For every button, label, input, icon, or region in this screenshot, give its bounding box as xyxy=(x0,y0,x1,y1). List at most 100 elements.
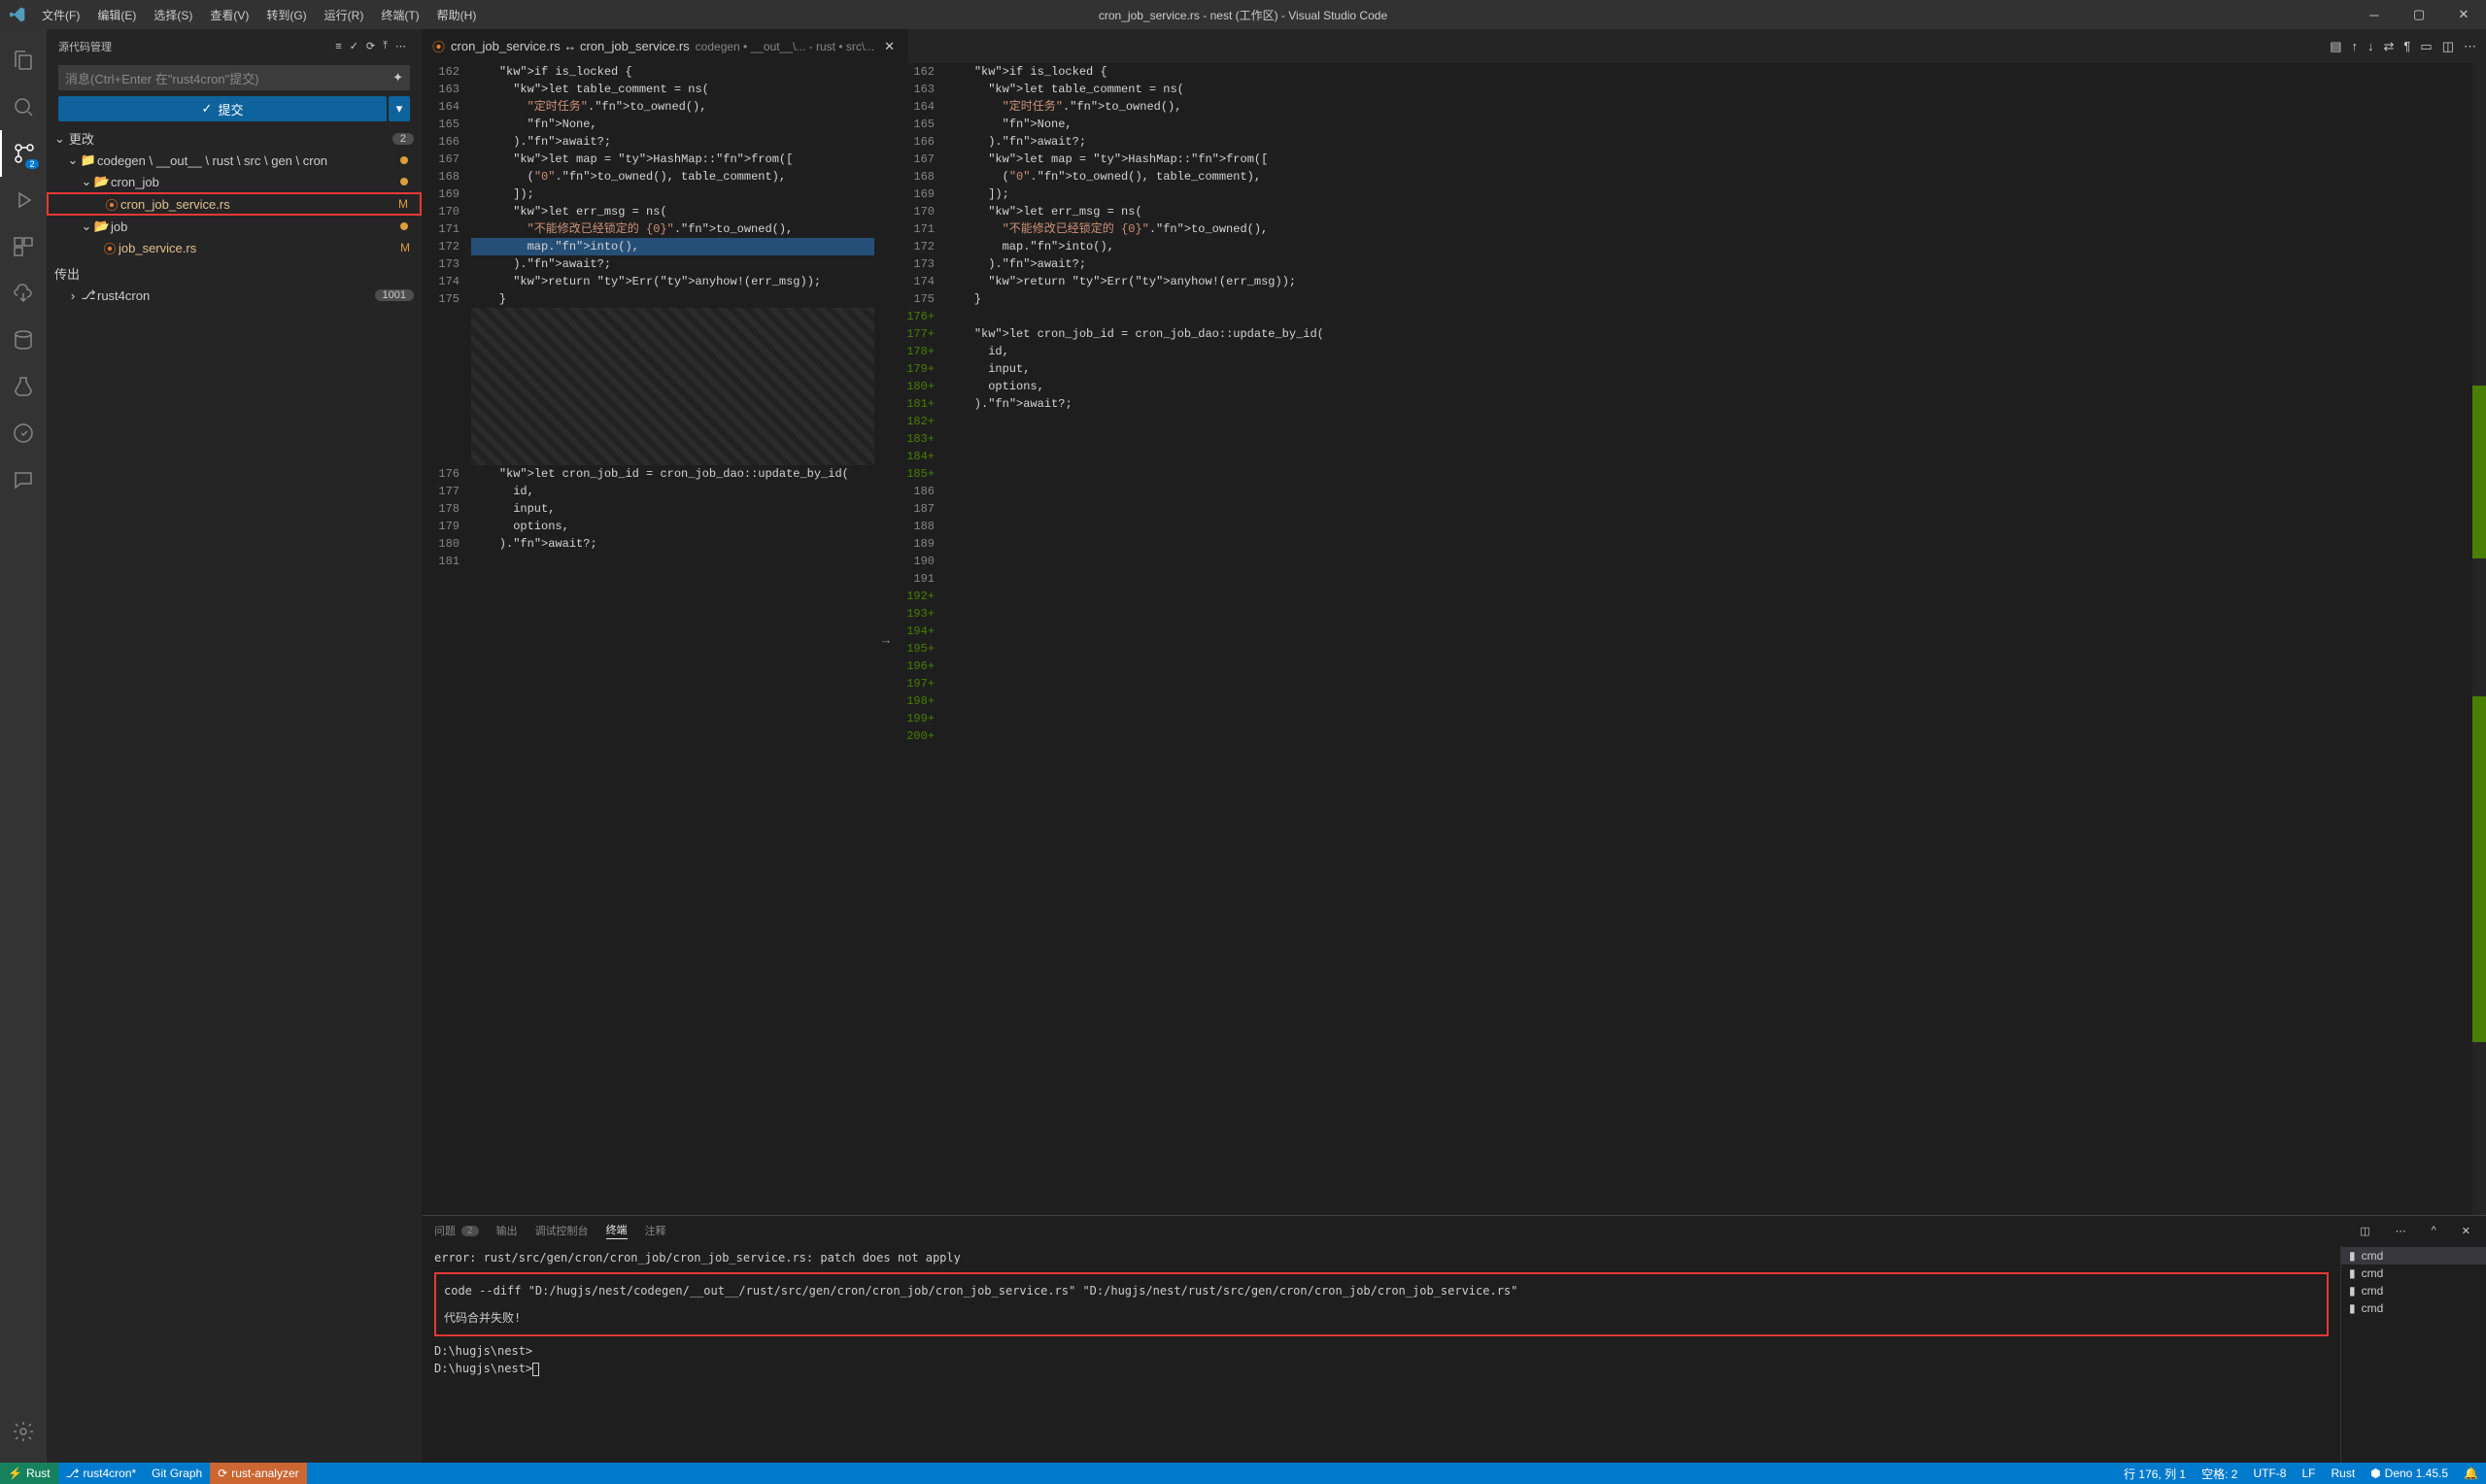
close-icon[interactable]: ✕ xyxy=(880,39,899,54)
status-spaces[interactable]: 空格: 2 xyxy=(2194,1463,2245,1484)
tree-folder-job[interactable]: ⌄ 📂 job xyxy=(47,216,422,237)
status-lang[interactable]: Rust xyxy=(2323,1463,2363,1484)
status-deno[interactable]: ⬢ Deno 1.45.5 xyxy=(2363,1463,2456,1484)
status-encoding[interactable]: UTF-8 xyxy=(2245,1463,2294,1484)
editor-tab-diff[interactable]: ⦿ cron_job_service.rs ↔ cron_job_service… xyxy=(423,29,909,63)
terminal-item[interactable]: ▮cmd xyxy=(2341,1247,2486,1265)
chat-icon[interactable] xyxy=(0,456,47,503)
code-right[interactable]: "kw">if is_locked { "kw">let table_comme… xyxy=(946,63,2472,1215)
terminal-name: cmd xyxy=(2362,1266,2384,1280)
scm-more-icon[interactable]: ⋯ xyxy=(392,38,410,54)
tree-file-cron-job-service[interactable]: ⦿ cron_job_service.rs M xyxy=(47,192,422,216)
status-eol[interactable]: LF xyxy=(2294,1463,2323,1484)
cloud-download-icon[interactable] xyxy=(0,270,47,317)
collapse-icon[interactable]: ▭ xyxy=(2420,39,2432,54)
explorer-icon[interactable] xyxy=(0,37,47,84)
changes-section[interactable]: ⌄ 更改 2 xyxy=(47,127,422,150)
tree-repo-rust4cron[interactable]: › ⎇ rust4cron 1001 xyxy=(47,285,422,306)
maximize-panel-icon[interactable]: ^ xyxy=(2428,1225,2440,1236)
extensions-icon[interactable] xyxy=(0,223,47,270)
scm-commit-icon[interactable]: ✓ xyxy=(346,38,362,54)
more-icon[interactable]: ⋯ xyxy=(2392,1225,2410,1237)
menu-edit[interactable]: 编辑(E) xyxy=(89,3,144,27)
diff-right[interactable]: 1621631641651661671681691701711721731741… xyxy=(898,63,2486,1215)
open-file-icon[interactable]: ▤ xyxy=(2330,39,2341,54)
testing-icon[interactable] xyxy=(0,363,47,410)
menu-file[interactable]: 文件(F) xyxy=(34,3,87,27)
scm-icon[interactable]: 2 xyxy=(0,130,47,177)
menu-run[interactable]: 运行(R) xyxy=(317,3,372,27)
tree-folder-label: codegen \ __out__ \ rust \ src \ gen \ c… xyxy=(97,153,327,168)
menu-go[interactable]: 转到(G) xyxy=(258,3,314,27)
tree-folder-cron-job[interactable]: ⌄ 📂 cron_job xyxy=(47,171,422,192)
menu-selection[interactable]: 选择(S) xyxy=(146,3,200,27)
database-icon[interactable] xyxy=(0,317,47,363)
panel-tab-problems[interactable]: 问题 2 xyxy=(434,1223,479,1238)
rust4cron-count: 1001 xyxy=(375,289,414,301)
gutter-right: 1621631641651661671681691701711721731741… xyxy=(898,63,946,1215)
maximize-button[interactable]: ▢ xyxy=(2397,0,2441,29)
tree-folder-codegen[interactable]: ⌄ 📁 codegen \ __out__ \ rust \ src \ gen… xyxy=(47,150,422,171)
settings-gear-icon[interactable] xyxy=(0,1408,47,1455)
branch-icon: ⎇ xyxy=(80,287,97,303)
menu-terminal[interactable]: 终端(T) xyxy=(373,3,426,27)
commit-dropdown[interactable]: ▾ xyxy=(389,96,410,121)
terminal-item[interactable]: ▮cmd xyxy=(2341,1265,2486,1282)
status-branch[interactable]: ⎇ rust4cron* xyxy=(58,1463,145,1484)
close-button[interactable]: ✕ xyxy=(2441,0,2486,29)
status-gitgraph[interactable]: Git Graph xyxy=(144,1463,210,1484)
rust-file-icon: ⦿ xyxy=(432,37,445,55)
sidebar-title: 源代码管理 xyxy=(58,39,112,54)
status-dot-icon xyxy=(400,156,408,164)
status-rust-analyzer[interactable]: ⟳ rust-analyzer xyxy=(210,1463,306,1484)
code-left[interactable]: "kw">if is_locked { "kw">let table_comme… xyxy=(471,63,874,1215)
commit-button-label: 提交 xyxy=(218,100,243,118)
panel-tab-notes[interactable]: 注释 xyxy=(645,1223,666,1238)
chevron-down-icon: ⌄ xyxy=(54,131,65,147)
minimize-button[interactable]: ─ xyxy=(2352,0,2397,29)
scm-pull-icon[interactable]: ⤒ xyxy=(379,38,392,54)
scm-refresh-icon[interactable]: ⟳ xyxy=(362,38,379,54)
search-icon[interactable] xyxy=(0,84,47,130)
diff-divider[interactable]: → xyxy=(874,63,898,1215)
commit-message-input[interactable]: 消息(Ctrl+Enter 在"rust4cron"提交) ✦ xyxy=(58,65,410,90)
sparkle-icon[interactable]: ✦ xyxy=(392,70,403,85)
swap-icon[interactable]: ⇄ xyxy=(2384,39,2395,54)
split-icon[interactable]: ◫ xyxy=(2442,39,2454,54)
terminal-item[interactable]: ▮ cmd xyxy=(2341,1282,2486,1299)
panel: 问题 2 输出 调试控制台 终端 注释 ◫ ⋯ ^ ✕ error: rust/… xyxy=(423,1215,2486,1463)
menu-help[interactable]: 帮助(H) xyxy=(429,3,485,27)
panel-tab-debug[interactable]: 调试控制台 xyxy=(535,1223,589,1238)
minimap[interactable] xyxy=(2472,63,2486,1215)
changes-count: 2 xyxy=(392,133,414,145)
terminal-code-diff-line: code --diff "D:/hugjs/nest/codegen/__out… xyxy=(444,1282,2319,1299)
terminal-fail-line: 代码合并失败! xyxy=(444,1309,2319,1327)
tree-file-job-service[interactable]: ⦿ job_service.rs M xyxy=(47,237,422,258)
split-terminal-icon[interactable]: ◫ xyxy=(2356,1225,2373,1237)
status-remote[interactable]: ⚡ Rust xyxy=(0,1463,58,1484)
panel-tab-output[interactable]: 输出 xyxy=(496,1223,518,1238)
window-controls: ─ ▢ ✕ xyxy=(2352,0,2486,29)
scm-view-tree-icon[interactable]: ≡ xyxy=(331,39,345,54)
timeline-icon[interactable] xyxy=(0,410,47,456)
outgoing-section[interactable]: 传出 xyxy=(47,262,422,285)
terminal-item[interactable]: ▮cmd xyxy=(2341,1299,2486,1317)
panel-tab-terminal[interactable]: 终端 xyxy=(606,1222,628,1239)
status-line-col[interactable]: 行 176, 列 1 xyxy=(2116,1463,2194,1484)
terminal-name: cmd xyxy=(2362,1284,2384,1298)
arrow-down-icon[interactable]: ↓ xyxy=(2367,39,2374,54)
changes-label: 更改 xyxy=(69,129,94,148)
diff-left[interactable]: 1621631641651661671681691701711721731741… xyxy=(423,63,874,1215)
sidebar-header: 源代码管理 ≡ ✓ ⟳ ⤒ ⋯ xyxy=(47,29,422,63)
menu-view[interactable]: 查看(V) xyxy=(202,3,256,27)
run-debug-icon[interactable] xyxy=(0,177,47,223)
arrow-up-icon[interactable]: ↑ xyxy=(2352,39,2359,54)
terminal[interactable]: error: rust/src/gen/cron/cron_job/cron_j… xyxy=(423,1245,2340,1463)
more-icon[interactable]: ⋯ xyxy=(2464,39,2476,54)
whitespace-icon[interactable]: ¶ xyxy=(2403,39,2410,54)
commit-button[interactable]: ✓ 提交 xyxy=(58,96,387,121)
outgoing-label: 传出 xyxy=(54,264,80,283)
close-panel-icon[interactable]: ✕ xyxy=(2458,1225,2474,1237)
status-bell-icon[interactable]: 🔔 xyxy=(2456,1463,2486,1484)
terminal-icon: ▮ xyxy=(2349,1284,2356,1298)
